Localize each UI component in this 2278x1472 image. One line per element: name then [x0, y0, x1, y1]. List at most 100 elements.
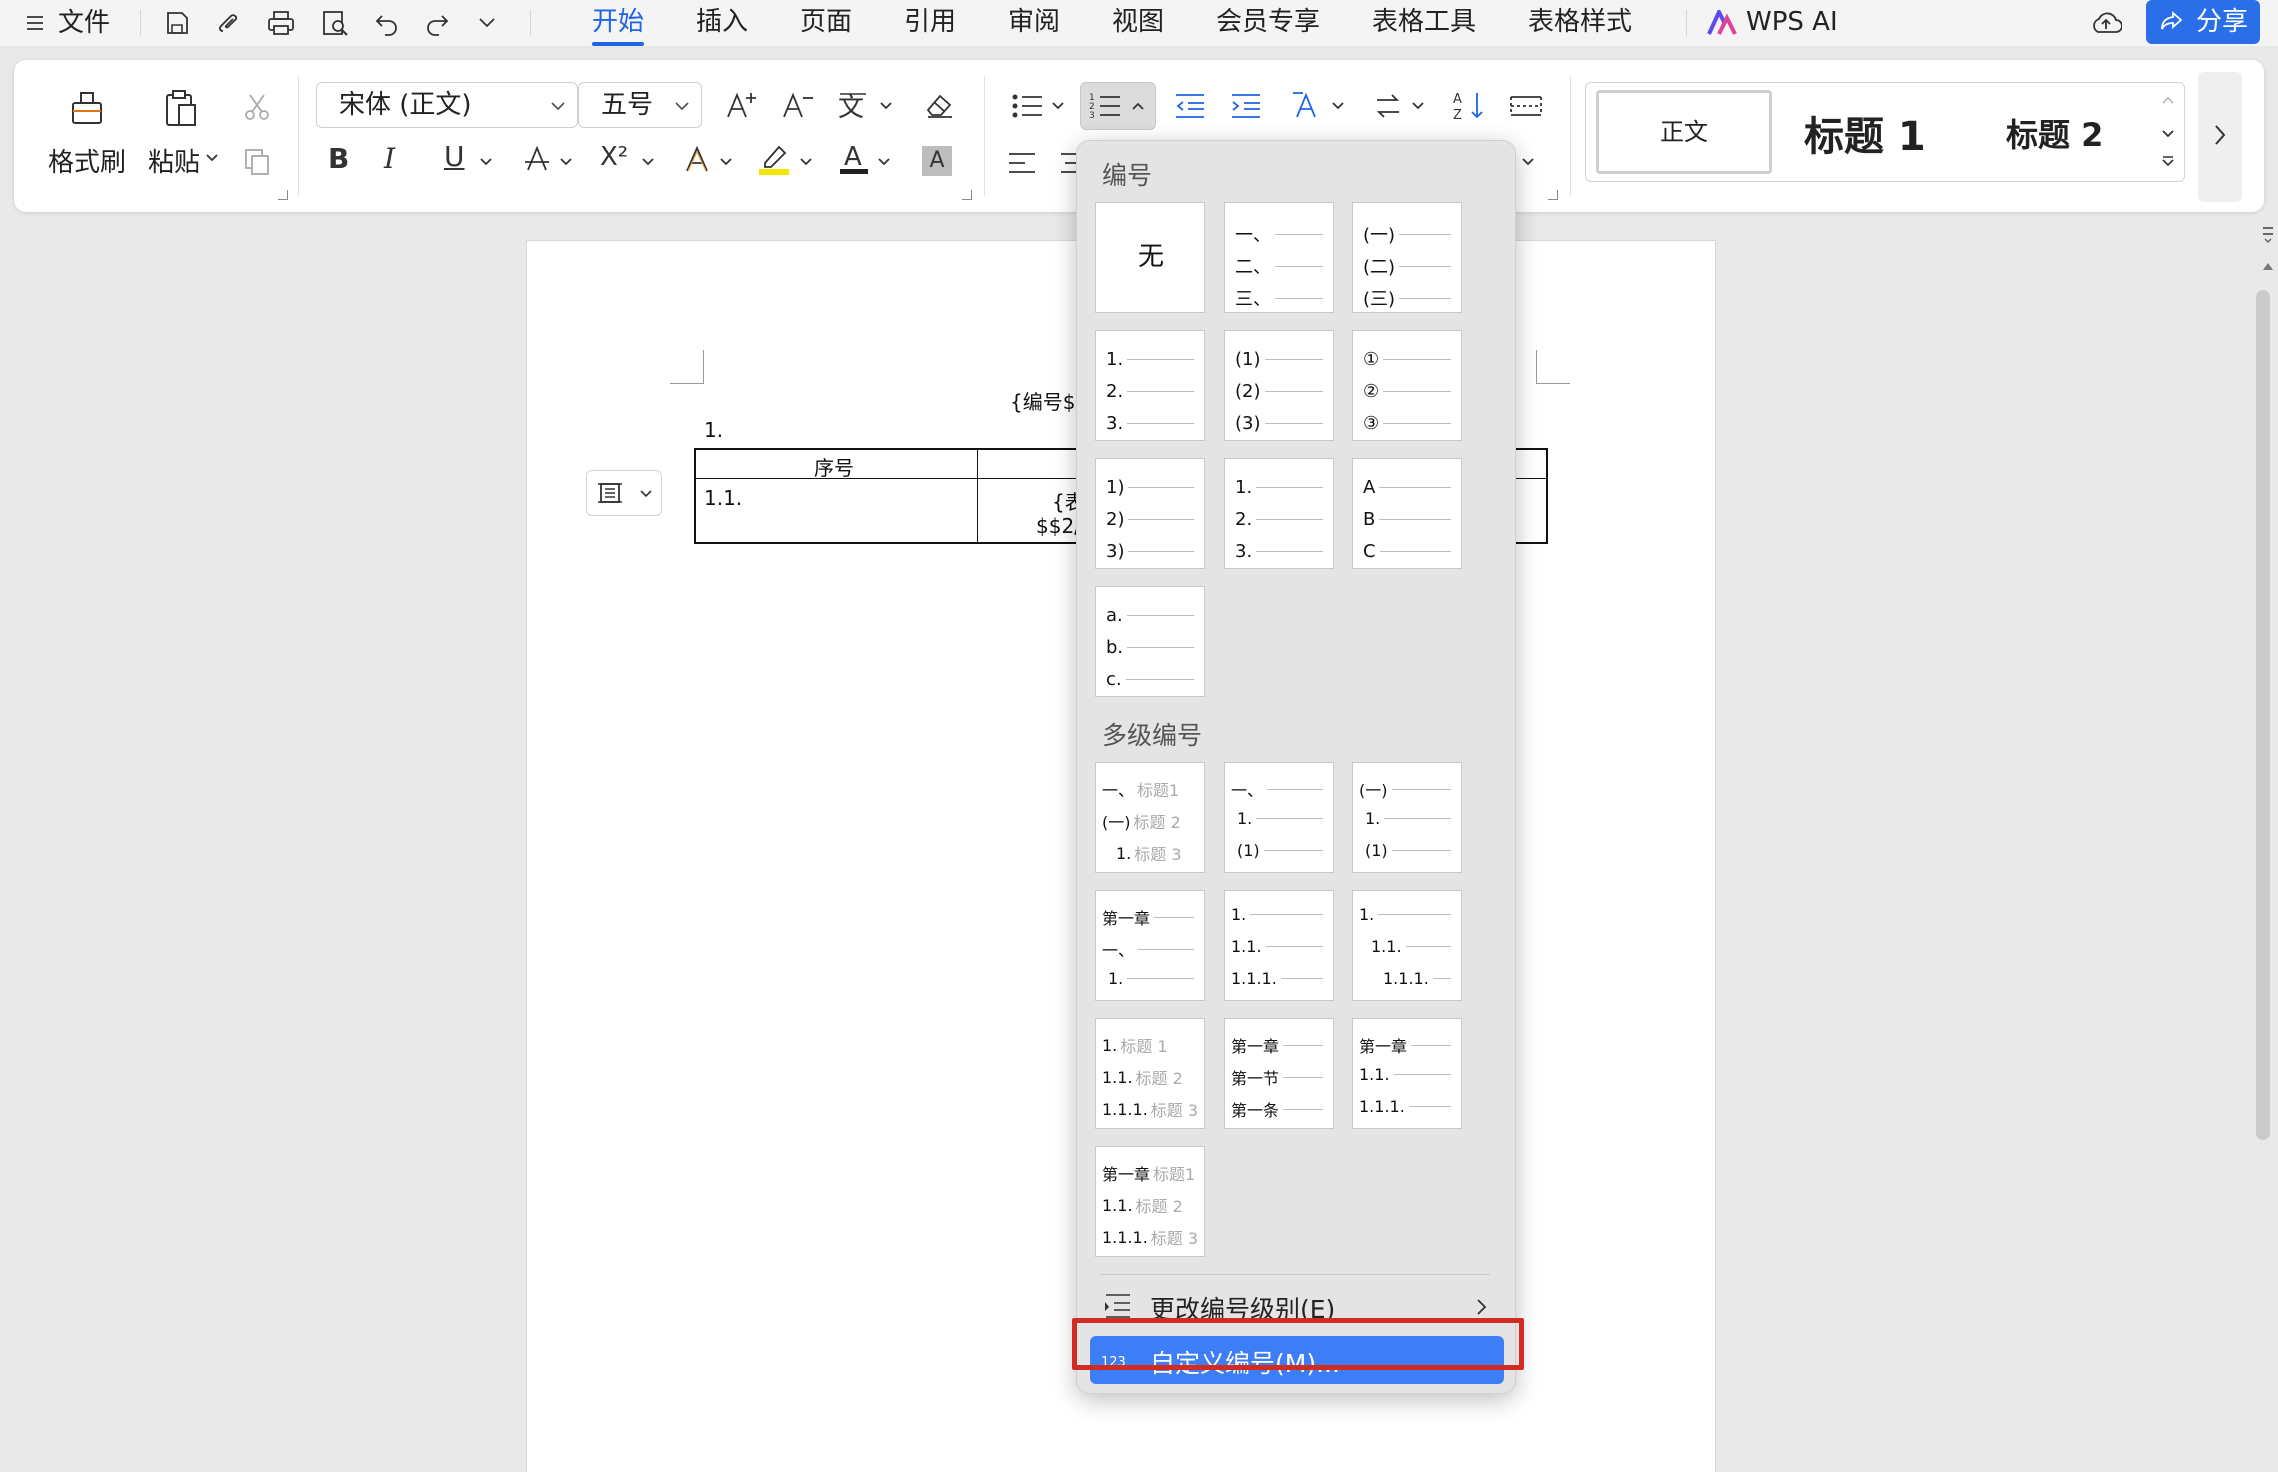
- clipboard-dialog-launcher[interactable]: [278, 190, 288, 200]
- shrink-font-icon[interactable]: [778, 86, 818, 124]
- increase-indent-icon[interactable]: [1226, 88, 1266, 124]
- paste-dropdown-icon[interactable]: [204, 150, 220, 166]
- numbering-none-tile[interactable]: 无: [1095, 202, 1205, 313]
- chevron-down-icon[interactable]: [718, 154, 734, 170]
- chevron-down-icon[interactable]: [1050, 98, 1066, 114]
- split-view-icon[interactable]: [2260, 224, 2276, 246]
- cloud-upload-icon[interactable]: [2088, 6, 2124, 40]
- tab-view[interactable]: 视图: [1112, 2, 1164, 42]
- font-name-select[interactable]: 宋体 (正文): [316, 82, 578, 128]
- multilevel-style-tile[interactable]: 一、 1. (1): [1224, 762, 1334, 873]
- chevron-down-icon[interactable]: [1410, 98, 1426, 114]
- chevron-down-icon[interactable]: [876, 154, 892, 170]
- style-normal[interactable]: 正文: [1596, 90, 1772, 174]
- numbering-style-tile[interactable]: 一、 二、 三、: [1224, 202, 1334, 313]
- chevron-down-icon[interactable]: [640, 154, 656, 170]
- quick-access-more-icon[interactable]: [472, 8, 502, 38]
- redo-icon[interactable]: [420, 6, 454, 40]
- align-center-icon[interactable]: [1058, 146, 1078, 180]
- bold-button[interactable]: B: [328, 142, 349, 175]
- cut-icon[interactable]: [240, 90, 274, 124]
- font-dialog-launcher[interactable]: [962, 190, 972, 200]
- list-number[interactable]: 1.: [704, 418, 723, 442]
- chevron-down-icon[interactable]: [878, 98, 894, 114]
- export-pdf-icon[interactable]: [212, 6, 246, 40]
- table-cell-number[interactable]: 1.1.: [704, 486, 742, 510]
- numbering-style-tile[interactable]: (一) (二) (三): [1352, 202, 1462, 313]
- bullet-list-icon[interactable]: [1008, 88, 1048, 124]
- hamburger-menu-icon[interactable]: [22, 10, 48, 36]
- numbering-style-tile[interactable]: ① ② ③: [1352, 330, 1462, 441]
- tab-insert[interactable]: 插入: [696, 2, 748, 42]
- italic-button[interactable]: I: [384, 142, 395, 175]
- paste-label[interactable]: 粘贴: [148, 142, 200, 179]
- tab-table-style[interactable]: 表格样式: [1528, 2, 1632, 42]
- numbering-style-tile[interactable]: a. b. c.: [1095, 586, 1205, 697]
- tab-member[interactable]: 会员专享: [1216, 2, 1320, 42]
- multilevel-style-tile[interactable]: 一、 标题1 (一) 标题 2 1. 标题 3: [1095, 762, 1205, 873]
- wps-ai-button[interactable]: WPS AI: [1746, 2, 1838, 42]
- gallery-scroll-down-icon[interactable]: [2158, 124, 2178, 144]
- multilevel-style-tile[interactable]: 第一章 第一节 第一条: [1224, 1018, 1334, 1129]
- chevron-down-icon[interactable]: [1330, 98, 1346, 114]
- format-painter-label[interactable]: 格式刷: [48, 142, 126, 179]
- strikethrough-icon[interactable]: [520, 142, 554, 176]
- tile-marker: (一): [1363, 225, 1396, 246]
- paragraph-dialog-launcher[interactable]: [1548, 190, 1558, 200]
- text-effect-icon[interactable]: [680, 142, 714, 176]
- print-icon[interactable]: [264, 6, 298, 40]
- tab-review[interactable]: 审阅: [1008, 2, 1060, 42]
- sort-icon[interactable]: AZ: [1450, 86, 1490, 124]
- multilevel-style-tile[interactable]: (一) 1. (1): [1352, 762, 1462, 873]
- grow-font-icon[interactable]: [722, 86, 762, 124]
- table-cell-content-2[interactable]: $$2/: [1036, 514, 1081, 538]
- text-direction-icon[interactable]: [1286, 86, 1326, 124]
- phonetic-guide-icon[interactable]: 文: [834, 86, 874, 124]
- tab-page[interactable]: 页面: [800, 2, 852, 42]
- align-left-icon[interactable]: [1004, 146, 1040, 180]
- vertical-scrollbar-thumb[interactable]: [2256, 290, 2270, 1140]
- format-painter-icon[interactable]: [62, 84, 112, 132]
- numbering-style-tile[interactable]: 1) 2) 3): [1095, 458, 1205, 569]
- chevron-down-icon[interactable]: [558, 154, 574, 170]
- chevron-down-icon[interactable]: [548, 96, 568, 116]
- tab-table-tools[interactable]: 表格工具: [1372, 2, 1476, 42]
- font-color-icon[interactable]: A: [836, 140, 872, 178]
- table-header-cell[interactable]: 序号: [814, 452, 854, 481]
- numbering-style-tile[interactable]: ABC: [1352, 458, 1462, 569]
- chevron-down-icon[interactable]: [672, 96, 692, 116]
- multilevel-style-tile[interactable]: 第一章 1.1. 1.1.1.: [1352, 1018, 1462, 1129]
- clear-format-icon[interactable]: [920, 86, 960, 124]
- print-preview-icon[interactable]: [318, 6, 352, 40]
- character-shading-button[interactable]: A: [922, 146, 952, 176]
- save-icon[interactable]: [160, 6, 194, 40]
- file-menu[interactable]: 文件: [58, 4, 110, 42]
- multilevel-style-tile[interactable]: 1. 1.1. 1.1.1.: [1352, 890, 1462, 1001]
- line-spacing-swap-icon[interactable]: [1368, 88, 1408, 124]
- tab-references[interactable]: 引用: [904, 2, 956, 42]
- numbering-style-tile[interactable]: (1) (2) (3): [1224, 330, 1334, 441]
- superscript-button[interactable]: X²: [600, 142, 628, 172]
- paste-icon[interactable]: [156, 84, 206, 132]
- multilevel-style-tile[interactable]: 第一章 一、 1.: [1095, 890, 1205, 1001]
- chevron-down-icon[interactable]: [1520, 154, 1536, 170]
- chevron-down-icon[interactable]: [478, 154, 494, 170]
- multilevel-style-tile[interactable]: 1. 1.1. 1.1.1.: [1224, 890, 1334, 1001]
- numbering-style-tile[interactable]: 1. 2. 3.: [1095, 330, 1205, 441]
- copy-icon[interactable]: [240, 144, 274, 178]
- style-heading-2[interactable]: 标题 2: [2006, 110, 2103, 156]
- show-marks-icon[interactable]: [1506, 88, 1546, 124]
- scroll-up-arrow-icon[interactable]: [2260, 258, 2276, 274]
- numbering-style-tile[interactable]: 1. 2. 3.: [1224, 458, 1334, 569]
- decrease-indent-icon[interactable]: [1170, 88, 1210, 124]
- gallery-expand-icon[interactable]: [2158, 152, 2178, 172]
- gallery-scroll-up-icon[interactable]: [2158, 90, 2178, 110]
- multilevel-style-tile[interactable]: 第一章 标题1 1.1. 标题 2 1.1.1. 标题 3: [1095, 1146, 1205, 1257]
- tab-home[interactable]: 开始: [592, 2, 644, 42]
- style-heading-1[interactable]: 标题 1: [1804, 104, 1926, 162]
- highlight-color-icon[interactable]: [756, 140, 792, 178]
- undo-icon[interactable]: [370, 6, 404, 40]
- chevron-down-icon[interactable]: [798, 154, 814, 170]
- multilevel-style-tile[interactable]: 1. 标题 1 1.1. 标题 2 1.1.1. 标题 3: [1095, 1018, 1205, 1129]
- underline-button[interactable]: U: [444, 140, 465, 173]
